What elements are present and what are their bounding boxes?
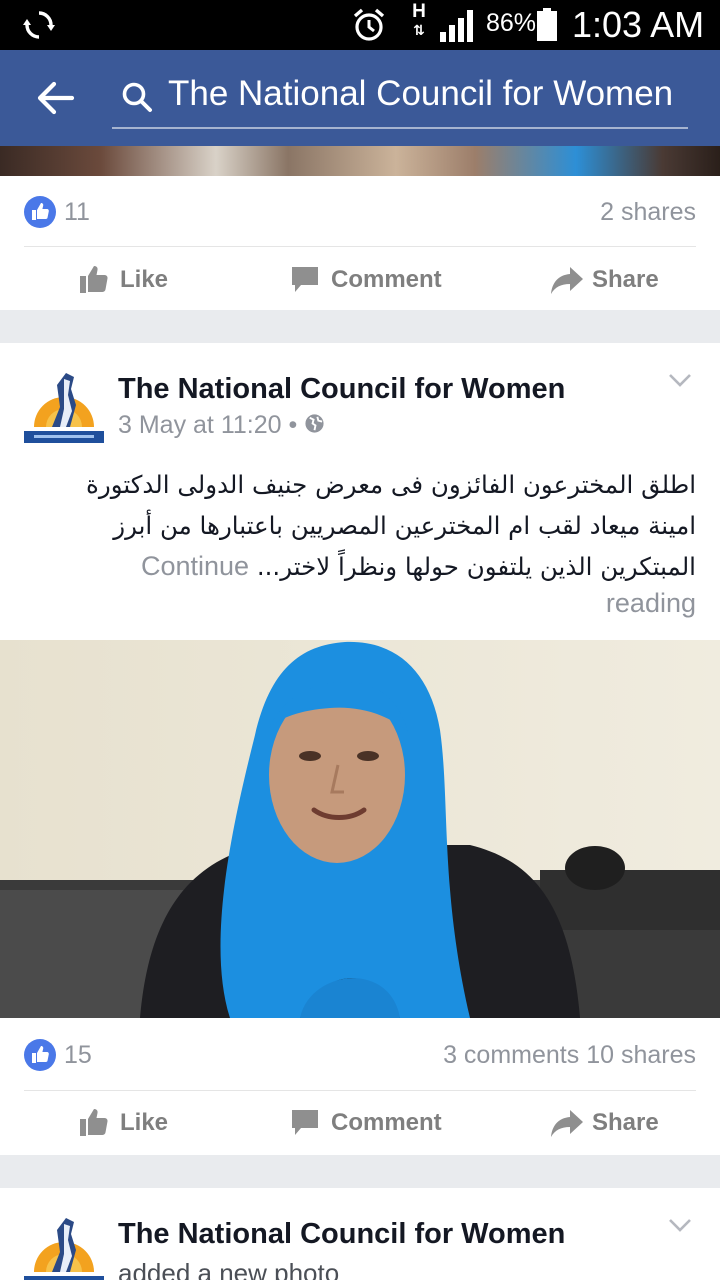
post-meta: 3 May at 11:20 • (118, 411, 325, 440)
page-avatar[interactable] (24, 1210, 104, 1280)
continue-reading-link[interactable]: reading (606, 588, 696, 619)
chevron-down-icon[interactable] (668, 1218, 692, 1232)
globe-icon (305, 414, 324, 433)
share-count[interactable]: 2 shares (600, 198, 696, 227)
post-card-next: The National Council for Women added a n… (0, 1188, 720, 1280)
page-name[interactable]: The National Council for Women (118, 1218, 565, 1251)
chevron-down-icon[interactable] (668, 373, 692, 387)
like-button[interactable]: Like (78, 1109, 208, 1141)
meta-separator: • (288, 411, 298, 439)
clock: 1:03 AM (572, 4, 705, 45)
alarm-icon (353, 8, 385, 41)
post-photo[interactable] (0, 640, 720, 1018)
signal-icon (440, 10, 473, 42)
status-bar: H ⇅ 86% 1:03 AM (0, 0, 720, 50)
like-count[interactable]: 15 (64, 1041, 92, 1070)
continue-reading-link[interactable]: Continue (141, 551, 249, 581)
like-icon (24, 1039, 56, 1071)
comment-button[interactable]: Comment (290, 266, 450, 298)
battery-percent: 86% (486, 9, 537, 37)
post-card: The National Council for Women 3 May at … (0, 343, 720, 1155)
share-icon (551, 267, 583, 294)
comment-icon (292, 1110, 318, 1135)
previous-post-footer: 11 2 shares Like Comment Share (0, 176, 720, 310)
post-text-line: اطلق المخترعون الفائزون فى معرض جنيف الد… (86, 470, 696, 499)
search-underline (112, 127, 688, 129)
engagement-counts: 3 comments 10 shares (443, 1041, 696, 1070)
network-type: H ⇅ (412, 1, 426, 38)
previous-post-photo[interactable] (0, 146, 720, 176)
search-input[interactable]: The National Council for Women (168, 74, 673, 114)
page-avatar[interactable] (24, 365, 104, 445)
divider (24, 1090, 696, 1091)
like-button[interactable]: Like (78, 266, 208, 298)
search-header: The National Council for Women (0, 50, 720, 146)
thumbs-up-icon (80, 266, 108, 293)
post-subtitle: added a new photo (118, 1258, 340, 1280)
like-count[interactable]: 11 (64, 198, 90, 227)
sync-icon (23, 11, 55, 39)
share-icon (551, 1110, 583, 1137)
post-text-line: امينة ميعاد لقب ام المخترعين المصريين با… (113, 510, 696, 540)
post-time[interactable]: 3 May at 11:20 (118, 411, 282, 439)
divider (24, 246, 696, 247)
like-icon (24, 196, 56, 228)
comment-icon (292, 267, 318, 292)
post-text: اطلق المخترعون الفائزون فى معرض جنيف الد… (20, 465, 696, 588)
back-arrow-icon[interactable] (36, 78, 76, 118)
share-button[interactable]: Share (550, 266, 670, 298)
search-icon (122, 82, 152, 112)
share-count[interactable]: 10 shares (586, 1041, 696, 1069)
comment-count[interactable]: 3 comments (443, 1041, 579, 1069)
comment-button[interactable]: Comment (290, 1109, 450, 1141)
share-button[interactable]: Share (550, 1109, 670, 1141)
post-text-line: المبتكرين الذين يلتفون حولها ونظراً لاخت… (140, 551, 696, 581)
page-name[interactable]: The National Council for Women (118, 373, 565, 406)
battery-icon (537, 8, 557, 41)
thumbs-up-icon (80, 1109, 108, 1136)
